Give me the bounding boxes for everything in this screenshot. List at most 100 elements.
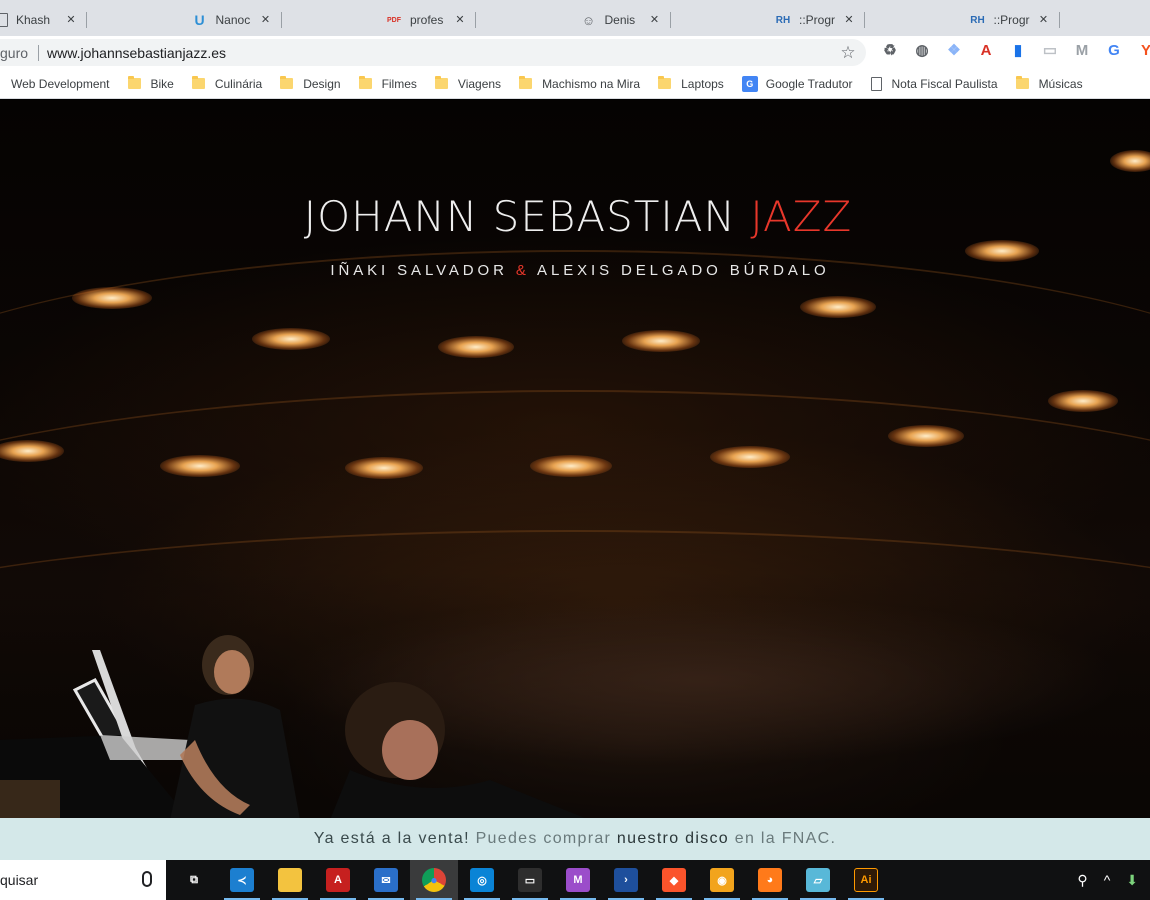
taskbar-app-button[interactable]: ● [410,860,458,900]
bookmark-star-icon[interactable]: ☆ [836,43,860,63]
browser-tab[interactable]: Khash ✕ [0,4,87,36]
browser-tab[interactable]: RH::Progr ✕ [962,4,1060,36]
udacity-icon: U [194,12,205,28]
folder-icon [191,76,205,89]
bookmark-item[interactable]: Culinária [191,76,262,91]
site-subtitle: IÑAKI SALVADOR & ALEXIS DELGADO BÚRDALO [0,262,1150,279]
bookmark-label: Viagens [457,76,502,91]
m-ext-icon[interactable]: M [1072,40,1092,60]
theater-lamp [1048,390,1118,412]
google-translate-ext-icon[interactable]: G [1104,40,1124,60]
address-bar[interactable]: guro www.johannsebastianjazz.es ☆ [0,39,866,66]
microphone-icon[interactable] [142,871,152,887]
globe-icon[interactable]: ◍ [912,40,932,60]
taskbar-app-button[interactable]: ◆ [650,860,698,900]
taskbar-app-button[interactable]: ◎ [458,860,506,900]
dropbox-icon[interactable]: ❖ [944,40,964,60]
close-icon[interactable]: ✕ [258,12,274,28]
taskbar-app-button[interactable]: ▭ [506,860,554,900]
extensions-area: ♻ ◍ ❖ A ▮ ▭ M G Y [880,40,1150,60]
tab-separator [475,12,476,28]
browser-tab[interactable]: RH::Progr ✕ [767,4,865,36]
browser-toolbar: guro www.johannsebastianjazz.es ☆ ♻ ◍ ❖ A ▮ ▭… [0,36,1150,69]
banner-link-disco[interactable]: nuestro disco [617,830,729,848]
page-icon [0,13,8,27]
page-icon [870,76,882,91]
system-tray: ⚲ ^ ⬇ [1077,860,1150,900]
y-ext-icon[interactable]: Y [1136,40,1150,60]
bookmark-item[interactable]: Filmes [358,76,417,91]
taskbar-app-button[interactable]: ▱ [794,860,842,900]
taskbar-app-button[interactable]: ▬ [266,860,314,900]
theater-lamp [72,287,152,309]
theater-lamp [710,446,790,468]
bookmark-item[interactable]: G Google Tradutor [741,75,853,92]
close-icon[interactable]: ✕ [647,12,663,28]
taskbar-search-text[interactable]: quisar [0,872,38,888]
taskbar-app-button[interactable]: › [602,860,650,900]
bookmark-item[interactable]: Músicas [1015,76,1083,91]
bookmark-item[interactable]: Nota Fiscal Paulista [870,76,998,91]
url-text[interactable]: www.johannsebastianjazz.es [47,45,836,61]
artist-2-name: ALEXIS DELGADO BÚRDALO [537,262,830,279]
vscode-icon: ≺ [230,868,254,892]
close-icon[interactable]: ✕ [1036,12,1052,28]
chrome-icon: ● [422,868,446,892]
m-app-icon: M [566,868,590,892]
bookmark-item[interactable]: Machismo na Mira [519,76,641,91]
taskbar-app-button[interactable]: ≺ [218,860,266,900]
folder-icon [280,76,294,89]
close-icon[interactable]: ✕ [452,12,468,28]
bookmark-item[interactable]: Web Development [11,77,110,91]
browser-tab[interactable]: PDF profes ✕ [378,4,476,36]
close-icon[interactable]: ✕ [63,12,79,28]
recycle-icon[interactable]: ♻ [880,40,900,60]
banner-text-end: en la FNAC. [734,830,837,847]
terminal-icon: ▭ [518,868,542,892]
taskbar-app-button[interactable]: A [314,860,362,900]
bookmark-label: Design [303,76,341,91]
bookmark-item[interactable]: Design [280,76,341,91]
tab-separator [86,12,87,28]
folder-icon [127,76,141,89]
cast-ext-icon[interactable]: ▭ [1040,40,1060,60]
taskbar-search-box[interactable]: quisar [0,860,166,900]
folder-icon [358,76,372,89]
vpn-icon: ◉ [710,868,734,892]
task-view-icon: ⧉ [182,868,206,892]
banner-headline: Ya está a la venta! [313,830,470,847]
banner-text: Puedes comprar [475,830,612,847]
download-icon[interactable]: ⬇ [1126,872,1138,889]
tab-separator [1058,12,1060,28]
folder-icon [434,76,448,89]
tab-title: ::Progr [799,13,836,27]
theater-lamp [800,296,876,318]
browser-tab[interactable]: ☺ Denis ✕ [573,4,671,36]
bookmark-item[interactable]: Viagens [434,76,502,91]
bookmark-label: Google Tradutor [765,76,853,91]
theater-lamp [252,328,330,350]
tab-separator [669,12,671,28]
taskbar-app-button[interactable]: ⧉ [170,860,218,900]
taskbar-app-button[interactable]: ◕ [746,860,794,900]
chevron-up-icon[interactable]: ^ [1104,872,1111,888]
site-title-accent: JAZZ [750,192,853,241]
taskbar-app-button[interactable]: ✉ [362,860,410,900]
people-icon[interactable]: ⚲ [1077,872,1087,889]
bookmark-label: Web Development [11,76,110,91]
bookmark-item[interactable]: Bike [127,76,174,91]
tab-strip: Khash ✕ U Nanoc ✕ PDF profes ✕ ☺ Denis ✕ RH::Progr ✕… [0,0,1150,36]
acrobat-icon[interactable]: A [976,40,996,60]
tab-separator [280,12,282,28]
close-icon[interactable]: ✕ [841,12,857,28]
browser-tab[interactable]: U Nanoc ✕ [184,4,282,36]
taskbar-app-button[interactable]: ◉ [698,860,746,900]
windows-taskbar: quisar ⧉ ≺ ▬ A ✉ ● ◎ ▭ M › ◆ ◉ ◕ ▱ Ai ⚲ ^ ⬇ [0,860,1150,900]
tab-title: Denis [604,13,636,27]
bookmark-item[interactable]: Laptops [658,76,724,91]
security-indicator[interactable]: guro [0,45,28,61]
bookmark-ext-icon[interactable]: ▮ [1008,40,1028,60]
taskbar-app-button[interactable]: Ai [842,860,890,900]
bookmark-label: Machismo na Mira [542,76,641,91]
taskbar-app-button[interactable]: M [554,860,602,900]
